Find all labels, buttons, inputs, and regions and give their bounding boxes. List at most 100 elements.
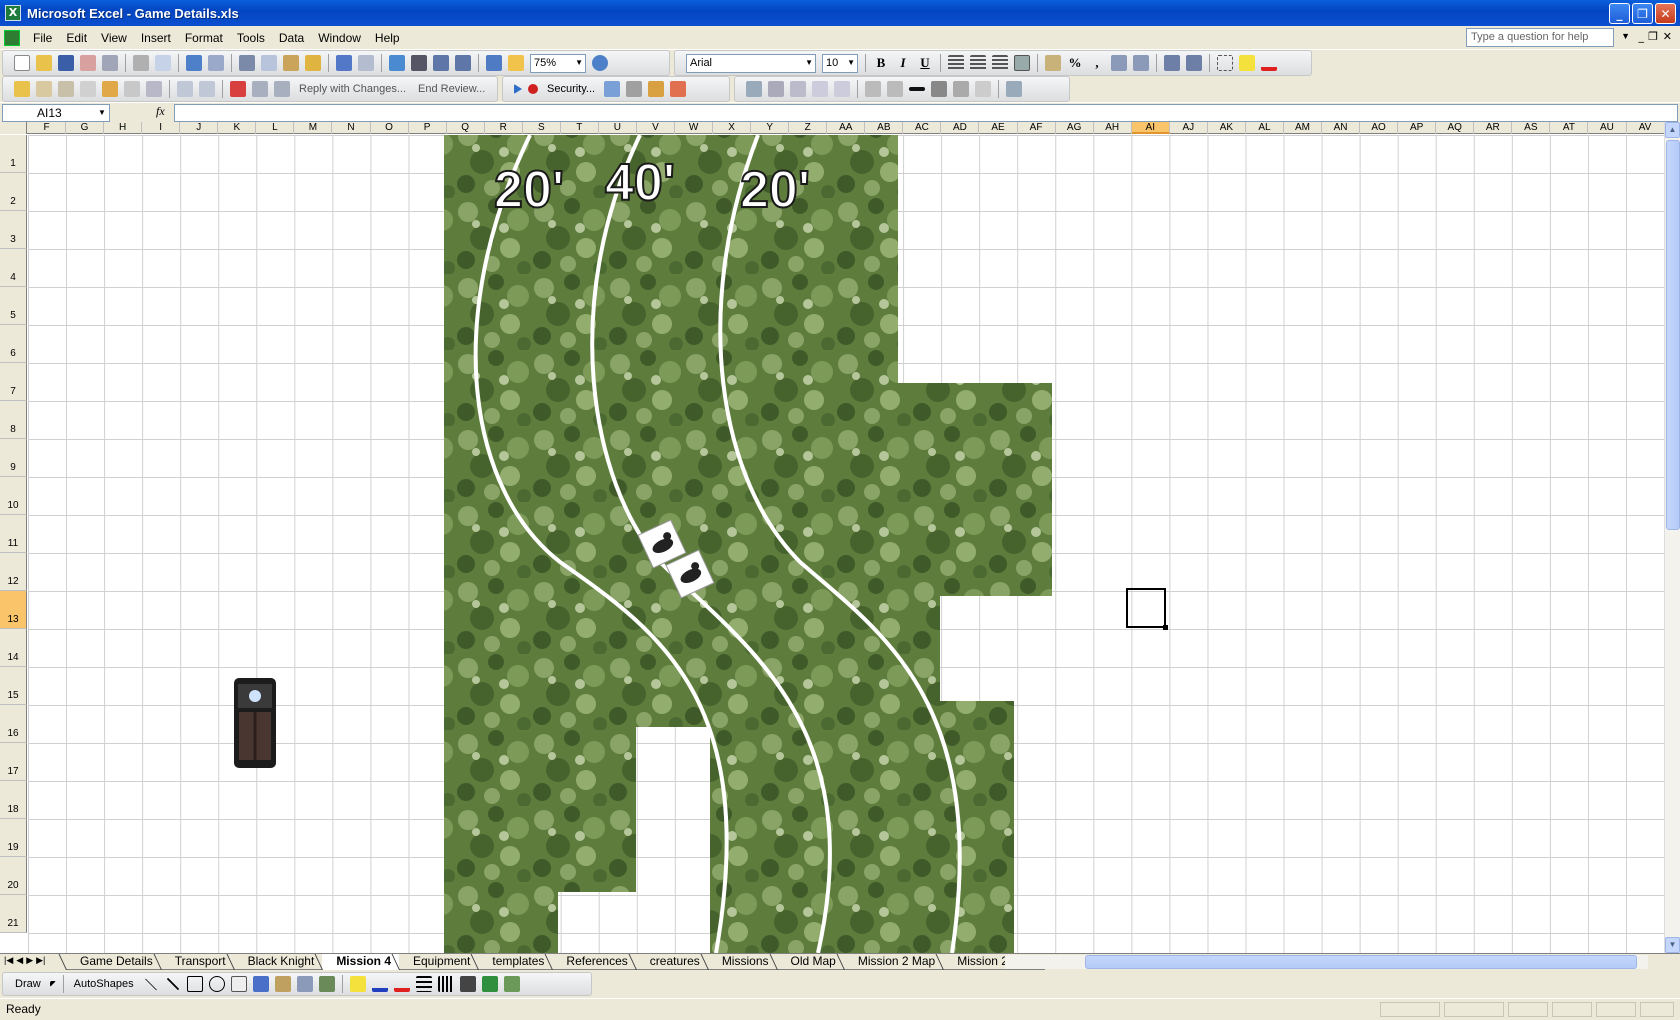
excel-app-icon[interactable]: X [5, 5, 21, 21]
italic-button[interactable]: I [894, 54, 912, 72]
doc-minimize-icon[interactable]: _ [1639, 30, 1645, 43]
dash-style-icon[interactable] [437, 976, 454, 992]
email-icon[interactable] [102, 55, 118, 71]
option-button-icon[interactable] [834, 81, 850, 97]
listbox-icon[interactable] [865, 81, 881, 97]
scrollbar-control-icon[interactable] [931, 81, 947, 97]
sheet-tab-references[interactable]: References [552, 954, 636, 970]
arrow-style-icon[interactable] [459, 976, 476, 992]
picture-icon[interactable] [318, 976, 335, 992]
doc-restore-icon[interactable]: ❐ [1648, 30, 1658, 43]
wordart-icon[interactable] [252, 976, 269, 992]
minimize-button[interactable]: _ [1609, 3, 1630, 24]
increase-indent-icon[interactable] [1186, 55, 1202, 71]
script-editor-icon[interactable] [670, 81, 687, 97]
select-objects-icon[interactable] [49, 981, 56, 987]
show-comments-icon[interactable] [146, 81, 162, 97]
line-icon[interactable] [144, 977, 157, 991]
sheet-tab-mission-2-map[interactable]: Mission 2 Map [843, 954, 944, 970]
paste-icon[interactable] [283, 55, 299, 71]
security-button[interactable]: Security... [547, 83, 595, 95]
next-sheet-icon[interactable]: ▶ [26, 955, 33, 966]
open-icon[interactable] [36, 55, 52, 71]
sort-descending-icon[interactable] [455, 55, 471, 71]
spinner-icon[interactable] [953, 81, 969, 97]
next-comment-icon[interactable] [199, 81, 215, 97]
shared-icon[interactable] [36, 81, 52, 97]
button-control-icon[interactable] [790, 81, 806, 97]
save-icon[interactable] [58, 55, 74, 71]
design-mode-icon[interactable] [648, 81, 665, 97]
active-cell-ai13[interactable] [1126, 588, 1168, 630]
edit-code-icon[interactable] [1006, 81, 1022, 97]
draw-menu-button[interactable]: Draw [15, 978, 41, 990]
formula-input[interactable] [174, 104, 1678, 122]
align-right-icon[interactable] [992, 55, 1008, 71]
print-icon[interactable] [133, 55, 149, 71]
sheet-tab-missions[interactable]: Missions [707, 954, 777, 970]
first-sheet-icon[interactable]: |◀ [4, 955, 13, 966]
insert-function-icon[interactable]: fx [156, 104, 165, 119]
cut-icon[interactable] [239, 55, 255, 71]
menu-view[interactable]: View [94, 29, 134, 47]
sheet-tab-black-knight[interactable]: Black Knight [233, 954, 323, 970]
sheet-tab-old-map[interactable]: Old Map [776, 954, 844, 970]
diagram-icon[interactable] [274, 976, 291, 992]
oval-icon[interactable] [208, 976, 225, 992]
open-folder-icon[interactable] [14, 81, 30, 97]
comma-button[interactable]: , [1088, 54, 1106, 72]
font-color-icon[interactable] [1261, 55, 1277, 71]
menu-window[interactable]: Window [311, 29, 368, 47]
fill-color-icon[interactable] [349, 976, 366, 992]
shadow-style-icon[interactable] [481, 976, 498, 992]
rectangle-icon[interactable] [186, 976, 203, 992]
merge-center-icon[interactable] [1014, 55, 1030, 71]
chevron-down-icon[interactable]: ▼ [1621, 31, 1630, 41]
menu-format[interactable]: Format [178, 29, 230, 47]
prev-sheet-icon[interactable]: ◀ [16, 955, 23, 966]
combobox-icon[interactable] [887, 81, 903, 97]
previous-comment-icon[interactable] [177, 81, 193, 97]
line-style-icon[interactable] [415, 976, 432, 992]
horizontal-scroll-thumb[interactable] [1085, 955, 1637, 969]
arrow-icon[interactable] [166, 977, 179, 991]
line-style-icon[interactable] [909, 87, 925, 91]
menu-edit[interactable]: Edit [59, 29, 94, 47]
scroll-down-icon[interactable]: ▼ [1665, 937, 1680, 953]
copy-icon[interactable] [261, 55, 277, 71]
track-icon[interactable] [58, 81, 74, 97]
help-icon[interactable] [592, 55, 608, 71]
clipart-icon[interactable] [296, 976, 313, 992]
vehicle-token[interactable] [234, 678, 276, 768]
comment-icon[interactable] [80, 81, 96, 97]
new-icon[interactable] [14, 55, 30, 71]
increase-decimal-icon[interactable] [1111, 55, 1127, 71]
format-painter-icon[interactable] [305, 55, 321, 71]
end-review-button[interactable]: End Review... [418, 83, 485, 95]
font-name-select[interactable]: Arial ▼ [686, 53, 816, 73]
zoom-select[interactable]: 75% ▼ [530, 53, 586, 73]
permission-icon[interactable] [80, 55, 96, 71]
decrease-decimal-icon[interactable] [1133, 55, 1149, 71]
doc-close-icon[interactable]: ✕ [1663, 30, 1672, 43]
vertical-scroll-thumb[interactable] [1666, 140, 1680, 530]
menu-file[interactable]: File [26, 29, 59, 47]
vertical-scrollbar[interactable]: ▲ ▼ [1664, 122, 1680, 953]
menu-insert[interactable]: Insert [134, 29, 178, 47]
scroll-up-icon[interactable]: ▲ [1665, 122, 1680, 138]
align-center-icon[interactable] [970, 55, 986, 71]
currency-icon[interactable] [1045, 55, 1061, 71]
redo-icon[interactable] [358, 55, 374, 71]
autosum-icon[interactable] [411, 55, 427, 71]
help-search-input[interactable]: Type a question for help [1466, 28, 1614, 47]
vb-editor-icon[interactable] [604, 81, 621, 97]
percent-button[interactable]: % [1066, 54, 1084, 72]
highlight-icon[interactable] [102, 81, 118, 97]
horizontal-scrollbar[interactable] [1005, 955, 1648, 969]
undo-icon[interactable] [336, 55, 352, 71]
ink-icon[interactable] [230, 81, 246, 97]
delete-comment-icon[interactable] [124, 81, 140, 97]
reject-icon[interactable] [274, 81, 290, 97]
sheet-tab-transport[interactable]: Transport [160, 954, 234, 970]
restore-button[interactable]: ❐ [1632, 3, 1653, 24]
